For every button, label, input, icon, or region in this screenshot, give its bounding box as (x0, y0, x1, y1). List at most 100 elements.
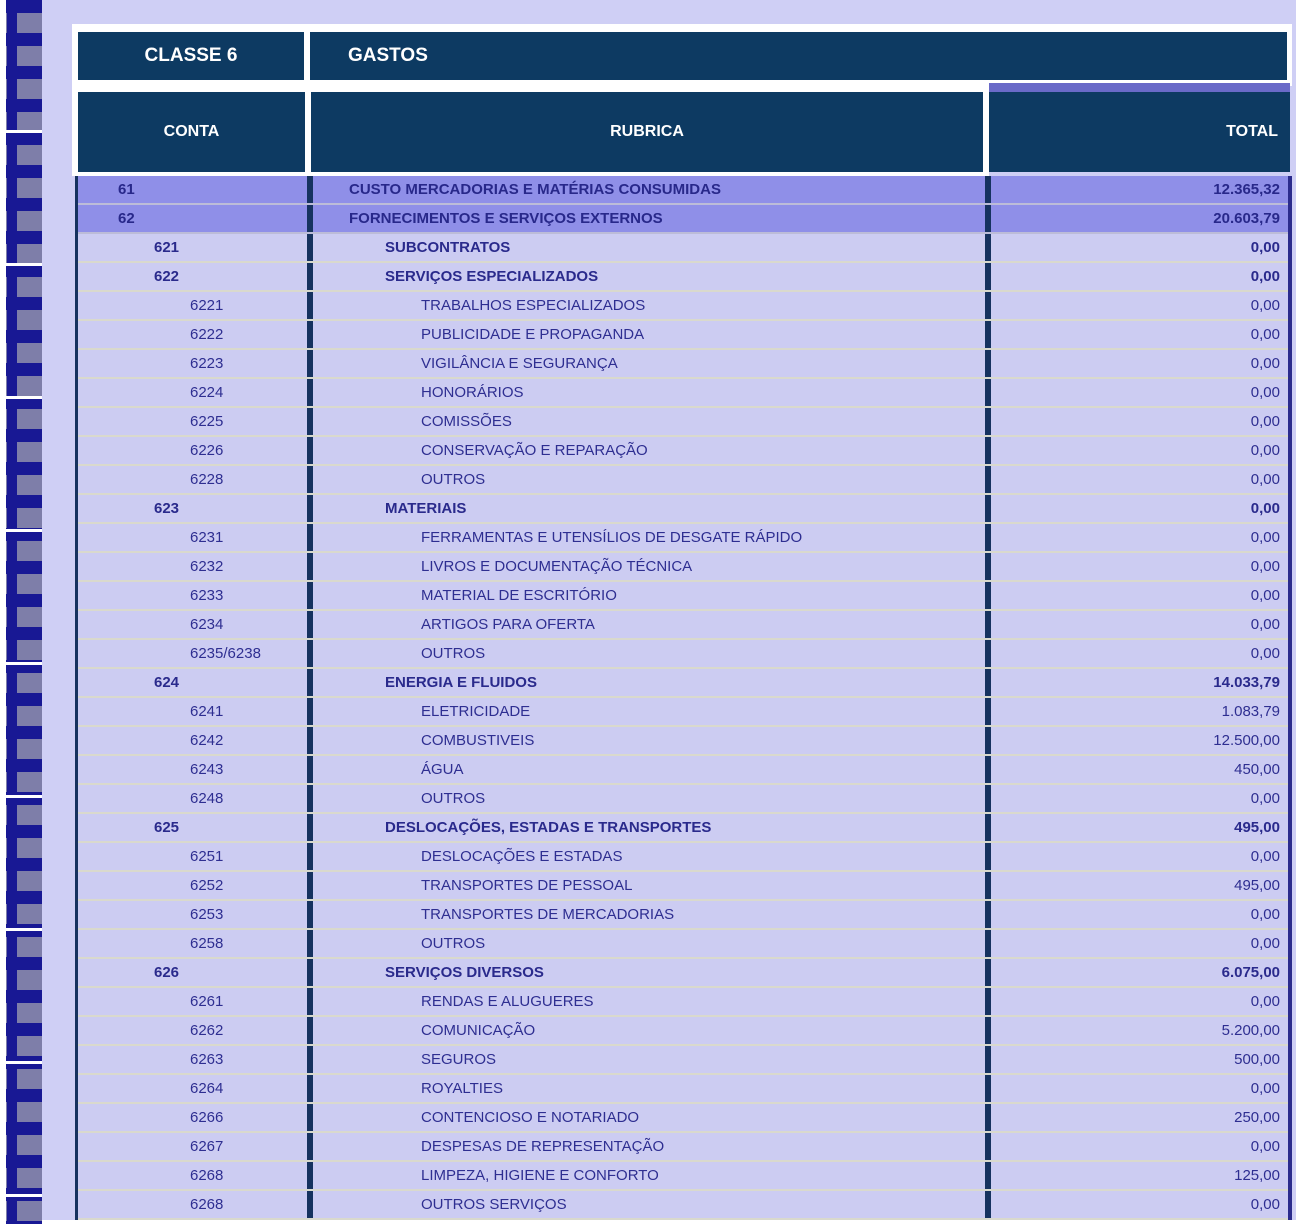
conta-cell[interactable]: 622 (78, 263, 307, 290)
rubrica-cell[interactable]: TRABALHOS ESPECIALIZADOS (307, 292, 985, 319)
total-cell[interactable]: 125,00 (985, 1162, 1288, 1189)
total-cell[interactable]: 0,00 (985, 611, 1288, 638)
rubrica-cell[interactable]: COMUNICAÇÃO (307, 1017, 985, 1044)
rubrica-cell[interactable]: SEGUROS (307, 1046, 985, 1073)
conta-cell[interactable]: 621 (78, 234, 307, 261)
rubrica-cell[interactable]: DESLOCAÇÕES E ESTADAS (307, 843, 985, 870)
conta-cell[interactable]: 625 (78, 814, 307, 841)
conta-cell[interactable]: 6231 (78, 524, 307, 551)
total-cell[interactable]: 0,00 (985, 930, 1288, 957)
total-cell[interactable]: 0,00 (985, 988, 1288, 1015)
rubrica-cell[interactable]: ARTIGOS PARA OFERTA (307, 611, 985, 638)
total-cell[interactable]: 5.200,00 (985, 1017, 1288, 1044)
conta-cell[interactable]: 6253 (78, 901, 307, 928)
total-cell[interactable]: 1.083,79 (985, 698, 1288, 725)
rubrica-cell[interactable]: FERRAMENTAS E UTENSÍLIOS DE DESGATE RÁPI… (307, 524, 985, 551)
conta-cell[interactable]: 6221 (78, 292, 307, 319)
rubrica-cell[interactable]: ROYALTIES (307, 1075, 985, 1102)
rubrica-cell[interactable]: DESLOCAÇÕES, ESTADAS E TRANSPORTES (307, 814, 985, 841)
rubrica-cell[interactable]: CUSTO MERCADORIAS E MATÉRIAS CONSUMIDAS (307, 176, 985, 203)
total-cell[interactable]: 0,00 (985, 1191, 1288, 1218)
total-cell[interactable]: 495,00 (985, 814, 1288, 841)
conta-cell[interactable]: 6222 (78, 321, 307, 348)
total-cell[interactable]: 500,00 (985, 1046, 1288, 1073)
total-cell[interactable]: 0,00 (985, 234, 1288, 261)
conta-cell[interactable]: 6268 (78, 1162, 307, 1189)
conta-cell[interactable]: 6228 (78, 466, 307, 493)
conta-cell[interactable]: 6266 (78, 1104, 307, 1131)
conta-cell[interactable]: 6262 (78, 1017, 307, 1044)
total-cell[interactable]: 495,00 (985, 872, 1288, 899)
rubrica-cell[interactable]: ENERGIA E FLUIDOS (307, 669, 985, 696)
conta-cell[interactable]: 6263 (78, 1046, 307, 1073)
rubrica-cell[interactable]: OUTROS (307, 930, 985, 957)
rubrica-cell[interactable]: MATERIAIS (307, 495, 985, 522)
total-cell[interactable]: 0,00 (985, 640, 1288, 667)
total-cell[interactable]: 0,00 (985, 321, 1288, 348)
conta-cell[interactable]: 62 (78, 205, 307, 232)
total-cell[interactable]: 6.075,00 (985, 959, 1288, 986)
conta-cell[interactable]: 6232 (78, 553, 307, 580)
conta-cell[interactable]: 6252 (78, 872, 307, 899)
total-cell[interactable]: 0,00 (985, 843, 1288, 870)
total-cell[interactable]: 0,00 (985, 408, 1288, 435)
conta-cell[interactable]: 6223 (78, 350, 307, 377)
total-cell[interactable]: 0,00 (985, 466, 1288, 493)
total-cell[interactable]: 0,00 (985, 495, 1288, 522)
rubrica-cell[interactable]: LIMPEZA, HIGIENE E CONFORTO (307, 1162, 985, 1189)
rubrica-cell[interactable]: TRANSPORTES DE PESSOAL (307, 872, 985, 899)
conta-cell[interactable]: 6234 (78, 611, 307, 638)
conta-cell[interactable]: 6268 (78, 1191, 307, 1218)
rubrica-cell[interactable]: OUTROS (307, 466, 985, 493)
rubrica-cell[interactable]: FORNECIMENTOS E SERVIÇOS EXTERNOS (307, 205, 985, 232)
rubrica-cell[interactable]: RENDAS E ALUGUERES (307, 988, 985, 1015)
conta-cell[interactable]: 623 (78, 495, 307, 522)
conta-cell[interactable]: 61 (78, 176, 307, 203)
total-cell[interactable]: 0,00 (985, 524, 1288, 551)
rubrica-cell[interactable]: DESPESAS DE REPRESENTAÇÃO (307, 1133, 985, 1160)
total-cell[interactable]: 0,00 (985, 1075, 1288, 1102)
total-cell[interactable]: 0,00 (985, 350, 1288, 377)
total-cell[interactable]: 14.033,79 (985, 669, 1288, 696)
conta-cell[interactable]: 6235/6238 (78, 640, 307, 667)
rubrica-cell[interactable]: CONTENCIOSO E NOTARIADO (307, 1104, 985, 1131)
conta-cell[interactable]: 6225 (78, 408, 307, 435)
rubrica-cell[interactable]: OUTROS (307, 640, 985, 667)
conta-cell[interactable]: 6264 (78, 1075, 307, 1102)
conta-cell[interactable]: 6241 (78, 698, 307, 725)
rubrica-cell[interactable]: COMISSÕES (307, 408, 985, 435)
total-cell[interactable]: 20.603,79 (985, 205, 1288, 232)
total-cell[interactable]: 0,00 (985, 292, 1288, 319)
rubrica-cell[interactable]: ÁGUA (307, 756, 985, 783)
total-cell[interactable]: 0,00 (985, 553, 1288, 580)
conta-cell[interactable]: 6233 (78, 582, 307, 609)
total-cell[interactable]: 0,00 (985, 1133, 1288, 1160)
rubrica-cell[interactable]: SERVIÇOS DIVERSOS (307, 959, 985, 986)
conta-cell[interactable]: 626 (78, 959, 307, 986)
conta-cell[interactable]: 6224 (78, 379, 307, 406)
conta-cell[interactable]: 6226 (78, 437, 307, 464)
total-cell[interactable]: 0,00 (985, 263, 1288, 290)
rubrica-cell[interactable]: COMBUSTIVEIS (307, 727, 985, 754)
total-cell[interactable]: 12.500,00 (985, 727, 1288, 754)
conta-cell[interactable]: 6267 (78, 1133, 307, 1160)
conta-cell[interactable]: 6261 (78, 988, 307, 1015)
rubrica-cell[interactable]: VIGILÂNCIA E SEGURANÇA (307, 350, 985, 377)
total-cell[interactable]: 450,00 (985, 756, 1288, 783)
conta-cell[interactable]: 6251 (78, 843, 307, 870)
total-cell[interactable]: 0,00 (985, 582, 1288, 609)
rubrica-cell[interactable]: MATERIAL DE ESCRITÓRIO (307, 582, 985, 609)
total-cell[interactable]: 0,00 (985, 785, 1288, 812)
total-cell[interactable]: 0,00 (985, 901, 1288, 928)
conta-cell[interactable]: 624 (78, 669, 307, 696)
total-cell[interactable]: 250,00 (985, 1104, 1288, 1131)
rubrica-cell[interactable]: OUTROS (307, 785, 985, 812)
conta-cell[interactable]: 6242 (78, 727, 307, 754)
rubrica-cell[interactable]: OUTROS SERVIÇOS (307, 1191, 985, 1218)
total-cell[interactable]: 0,00 (985, 379, 1288, 406)
total-cell[interactable]: 12.365,32 (985, 176, 1288, 203)
conta-cell[interactable]: 6243 (78, 756, 307, 783)
total-cell[interactable]: 0,00 (985, 437, 1288, 464)
rubrica-cell[interactable]: SUBCONTRATOS (307, 234, 985, 261)
conta-cell[interactable]: 6248 (78, 785, 307, 812)
